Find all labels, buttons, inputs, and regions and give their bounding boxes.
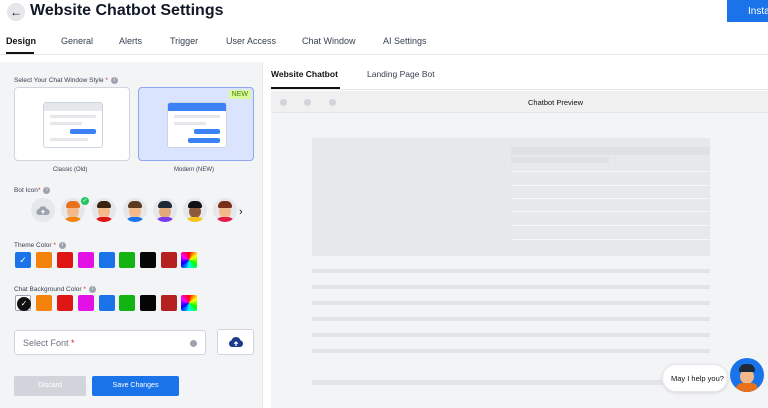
tab-trigger[interactable]: Trigger <box>170 36 198 46</box>
bot-avatar-2[interactable] <box>92 198 116 222</box>
style-caption-modern: Modern (NEW) <box>174 167 215 173</box>
bot-icon-label: Bot Icon* i <box>14 187 51 194</box>
style-card-modern[interactable]: NEW <box>138 87 254 161</box>
chat-background-color-swatch-8[interactable] <box>161 295 177 311</box>
tab-general[interactable]: General <box>61 36 93 46</box>
bot-avatar-4[interactable] <box>153 198 177 222</box>
chat-background-color-label: Chat Background Color * i <box>14 286 96 293</box>
theme-color-swatch-6[interactable] <box>119 252 135 268</box>
chat-background-color-swatch-7[interactable] <box>140 295 156 311</box>
bot-avatar-6[interactable] <box>213 198 237 222</box>
window-dot <box>304 99 311 106</box>
cloud-upload-icon <box>36 205 50 215</box>
upload-bot-icon-button[interactable] <box>31 198 55 222</box>
chat-background-color-custom-color-picker[interactable] <box>181 295 197 311</box>
chat-background-color-swatch-2[interactable] <box>36 295 52 311</box>
arrow-left-icon: ← <box>10 5 22 19</box>
chat-background-color-swatch-5[interactable] <box>99 295 115 311</box>
install-button[interactable]: Install <box>727 0 768 22</box>
modern-window-thumbnail <box>167 102 227 148</box>
window-dot <box>280 99 287 106</box>
preview-window-bar: Chatbot Preview <box>271 91 768 113</box>
chatbot-preview: Chatbot Preview <box>271 91 768 408</box>
cloud-upload-icon <box>228 337 243 347</box>
panel-divider <box>262 62 263 408</box>
style-caption-classic: Classic (Old) <box>53 167 88 173</box>
info-icon[interactable]: i <box>43 187 51 194</box>
tab-user-access[interactable]: User Access <box>226 36 276 46</box>
save-changes-button[interactable]: Save Changes <box>92 376 179 396</box>
bot-avatar-5[interactable] <box>183 198 207 222</box>
preview-tabs-divider <box>271 89 768 90</box>
tab-alerts[interactable]: Alerts <box>119 36 142 46</box>
tab-design[interactable]: Design <box>6 36 36 46</box>
header: ← Website Chatbot Settings Install <box>0 0 768 26</box>
chatbot-launcher-avatar[interactable] <box>730 358 764 392</box>
chevron-right-icon[interactable]: › <box>239 206 243 218</box>
style-card-classic[interactable] <box>14 87 130 161</box>
upload-font-button[interactable] <box>217 329 254 355</box>
help-text: May I help you? <box>671 374 724 383</box>
info-icon[interactable]: i <box>110 77 118 84</box>
theme-color-label: Theme Color * i <box>14 242 66 249</box>
select-font-dropdown[interactable]: Select Font * <box>14 330 206 355</box>
theme-color-custom-color-picker[interactable] <box>181 252 197 268</box>
help-bubble[interactable]: May I help you? <box>662 364 728 392</box>
tab-chat-window[interactable]: Chat Window <box>302 36 356 46</box>
theme-color-swatch-3[interactable] <box>57 252 73 268</box>
info-icon[interactable]: i <box>88 286 96 293</box>
page-title: Website Chatbot Settings <box>30 2 224 19</box>
theme-color-swatch-5[interactable] <box>99 252 115 268</box>
back-button[interactable]: ← <box>7 3 25 21</box>
theme-color-swatch-7[interactable] <box>140 252 156 268</box>
window-style-label: Select Your Chat Window Style * i <box>14 77 118 84</box>
bot-avatar-3[interactable] <box>123 198 147 222</box>
theme-color-swatch-1[interactable] <box>15 252 31 268</box>
settings-tabs: Design General Alerts Trigger User Acces… <box>0 33 768 53</box>
tab-ai-settings[interactable]: AI Settings <box>383 36 427 46</box>
info-icon[interactable]: i <box>58 242 66 249</box>
preview-title: Chatbot Preview <box>528 98 584 107</box>
chat-background-color-swatch-1[interactable] <box>15 295 31 311</box>
chat-background-color-swatch-3[interactable] <box>57 295 73 311</box>
tab-website-chatbot[interactable]: Website Chatbot <box>271 69 338 79</box>
theme-color-swatch-2[interactable] <box>36 252 52 268</box>
new-badge: NEW <box>228 90 251 99</box>
selected-check-icon: ✓ <box>81 197 89 205</box>
theme-color-swatch-4[interactable] <box>78 252 94 268</box>
chat-background-color-swatch-6[interactable] <box>119 295 135 311</box>
window-dot <box>329 99 336 106</box>
chat-background-color-swatch-4[interactable] <box>78 295 94 311</box>
discard-button[interactable]: Discard <box>14 376 86 396</box>
dropdown-indicator-icon <box>190 340 197 347</box>
tab-landing-page-bot[interactable]: Landing Page Bot <box>367 69 435 79</box>
classic-window-thumbnail <box>43 102 103 148</box>
theme-color-swatch-8[interactable] <box>161 252 177 268</box>
tabs-divider <box>0 54 768 55</box>
